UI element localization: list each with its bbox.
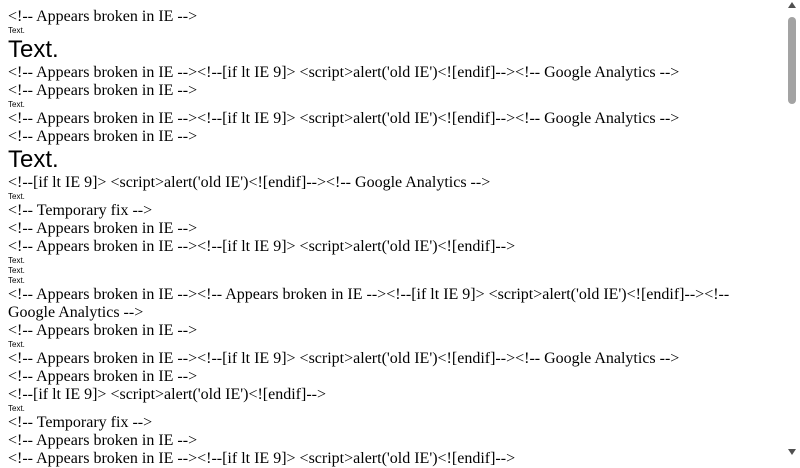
tiny-text: Text. — [8, 192, 25, 201]
large-text: Text. — [8, 146, 59, 173]
large-text: Text. — [8, 36, 59, 63]
arrow-up-icon[interactable] — [788, 2, 796, 8]
tiny-text: Text. — [8, 26, 25, 35]
text-line: <!-- Appears broken in IE --> — [8, 368, 198, 385]
text-line: <!-- Appears broken in IE --> — [8, 8, 198, 25]
text-line: <!-- Appears broken in IE --><!--[if lt … — [8, 238, 516, 255]
text-line: <!-- Appears broken in IE --> — [8, 82, 198, 99]
vertical-scrollbar[interactable] — [785, 0, 800, 461]
tiny-text: Text. — [8, 404, 25, 413]
text-line: <!-- Temporary fix --> — [8, 414, 153, 431]
text-line: <!-- Temporary fix --> — [8, 202, 153, 219]
page-content: <!-- Appears broken in IE --> Text. Text… — [8, 8, 780, 468]
text-line: <!-- Appears broken in IE --> — [8, 322, 198, 339]
arrow-down-icon[interactable] — [788, 449, 796, 455]
text-line: <!-- Appears broken in IE --><!-- Appear… — [8, 286, 734, 321]
text-line: <!--[if lt IE 9]> <script>alert('old IE'… — [8, 174, 491, 191]
tiny-text: Text. — [8, 256, 25, 265]
tiny-text: Text. — [8, 340, 25, 349]
text-line: <!-- Appears broken in IE --><!--[if lt … — [8, 450, 516, 467]
text-line: <!--[if lt IE 9]> <script>alert('old IE'… — [8, 386, 326, 403]
text-line: <!-- Appears broken in IE --><!--[if lt … — [8, 64, 680, 81]
tiny-text: Text. — [8, 276, 25, 285]
text-line: <!-- Appears broken in IE --> — [8, 128, 198, 145]
text-line: <!-- Appears broken in IE --><!--[if lt … — [8, 350, 680, 367]
text-line: <!-- Appears broken in IE --><!--[if lt … — [8, 110, 680, 127]
tiny-text: Text. — [8, 100, 25, 109]
tiny-text: Text. — [8, 266, 25, 275]
text-line: <!-- Appears broken in IE --> — [8, 220, 198, 237]
text-line: <!-- Appears broken in IE --> — [8, 432, 198, 449]
scrollbar-thumb[interactable] — [788, 17, 796, 104]
